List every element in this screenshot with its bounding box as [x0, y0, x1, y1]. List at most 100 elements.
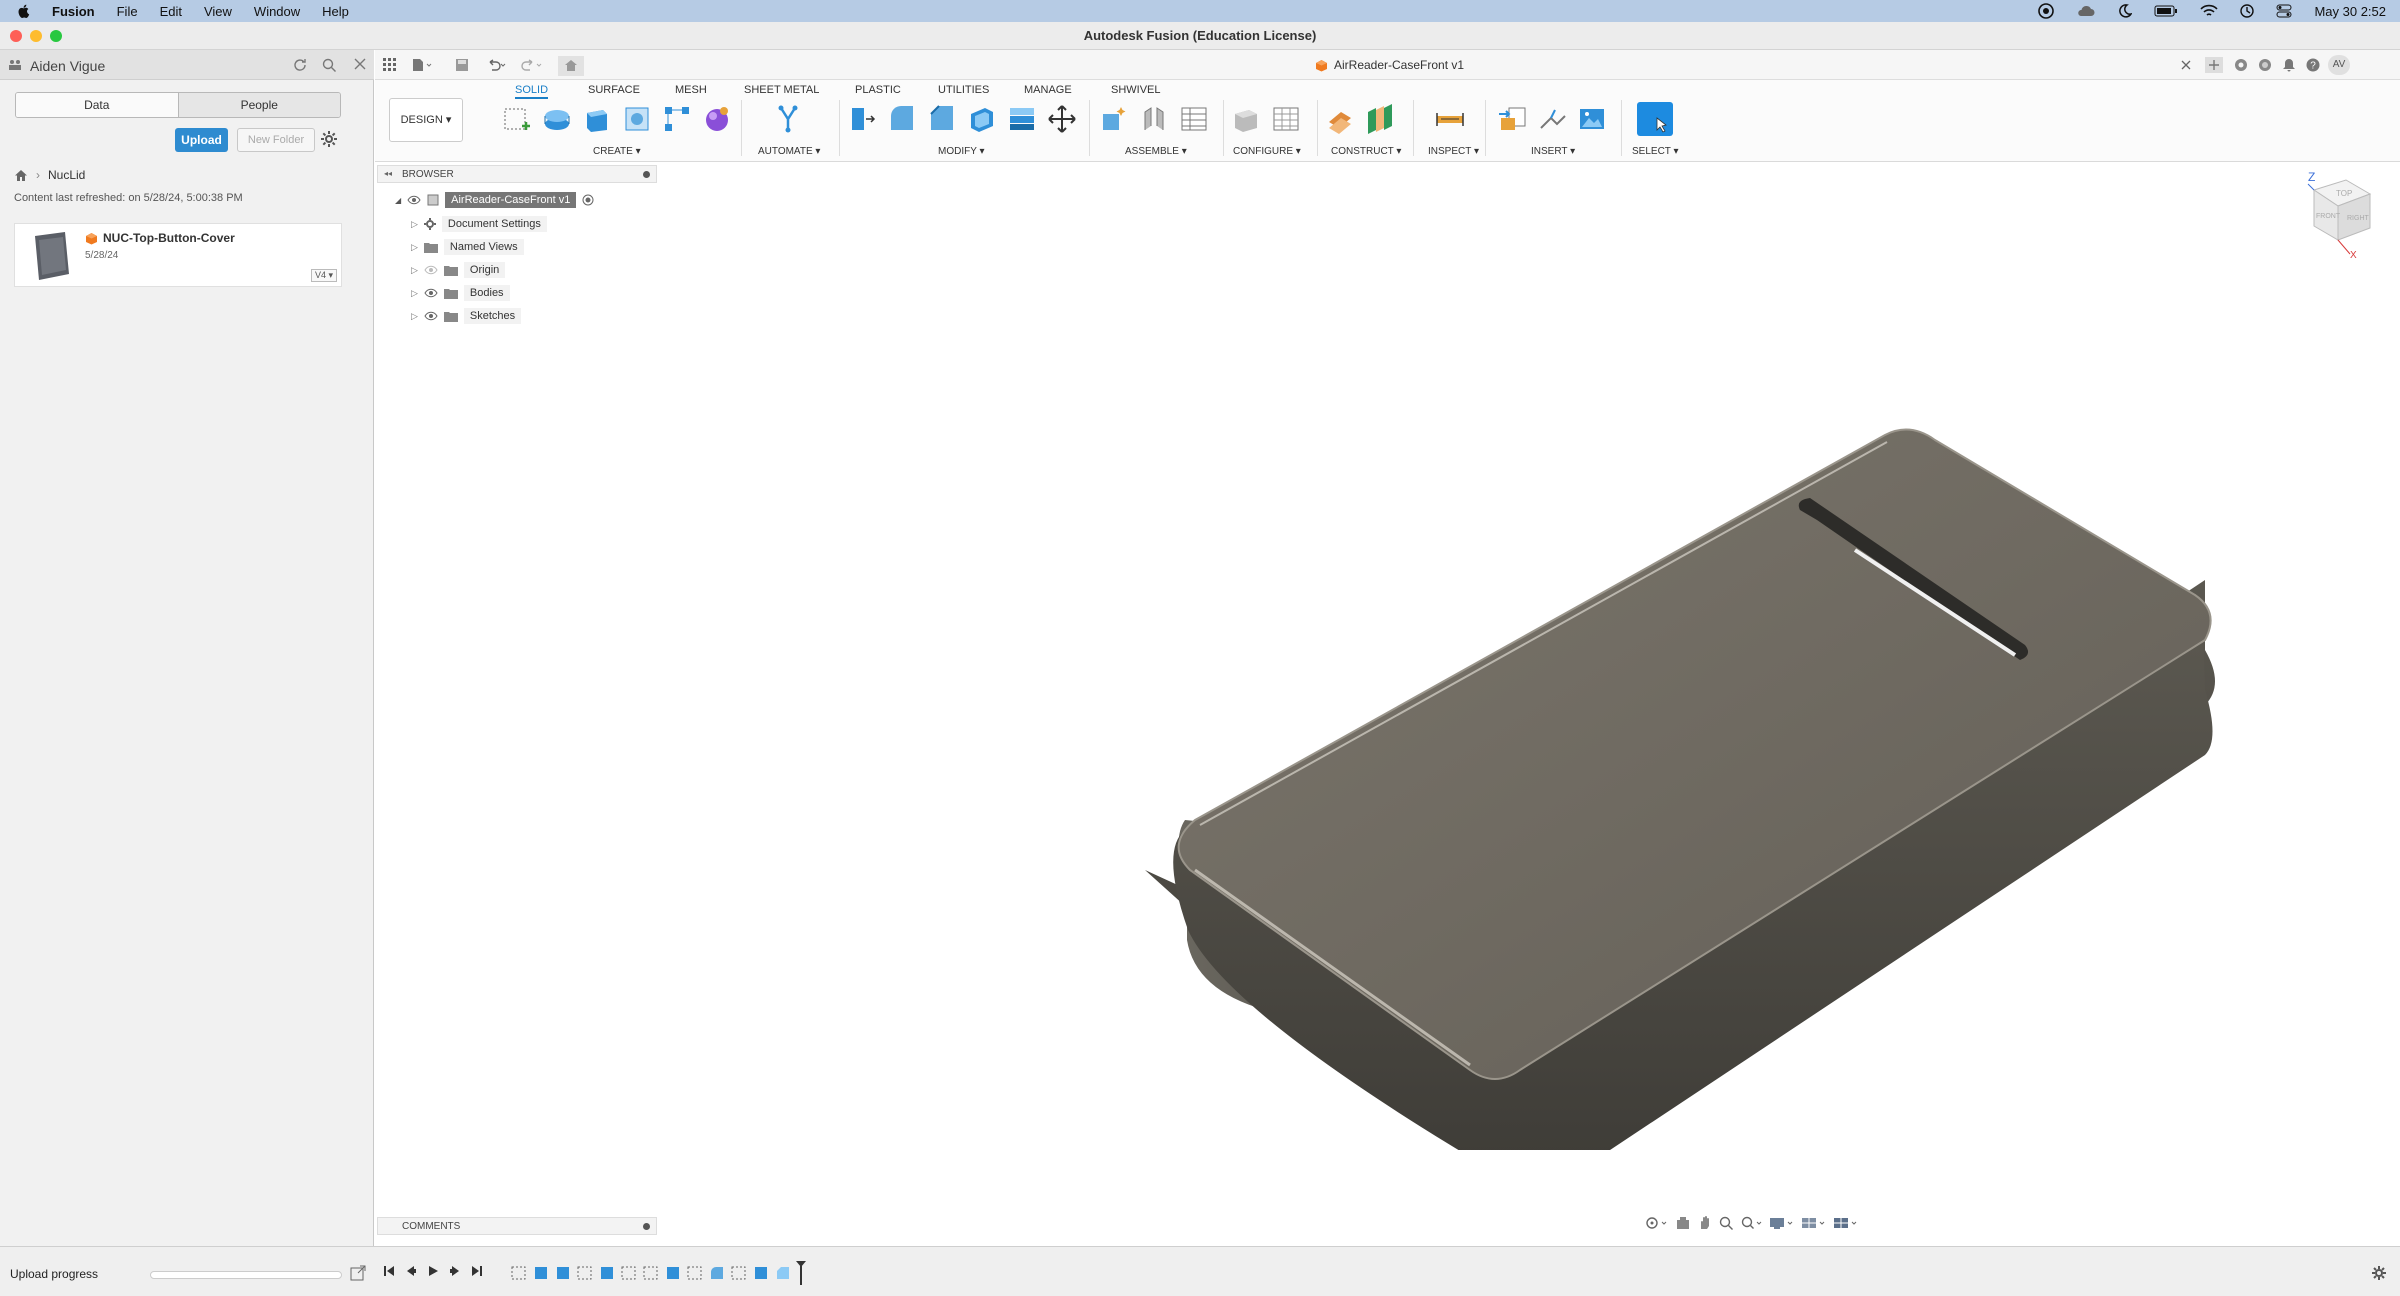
browser-item-origin[interactable]: ▷ Origin: [411, 262, 506, 278]
tab-data[interactable]: Data: [16, 93, 179, 117]
home-tab-icon[interactable]: [558, 56, 584, 76]
close-panel-icon[interactable]: [353, 57, 367, 71]
insert-mesh-icon[interactable]: [1537, 104, 1567, 134]
apple-icon[interactable]: [16, 3, 32, 19]
expand-icon[interactable]: ▷: [411, 288, 418, 299]
expand-icon[interactable]: ▷: [411, 311, 418, 322]
play-icon[interactable]: [427, 1265, 439, 1277]
browser-item-bodies[interactable]: ▷ Bodies: [411, 285, 510, 301]
group-select[interactable]: SELECT ▾: [1632, 146, 1679, 157]
model-viewport[interactable]: [795, 350, 2235, 1150]
joint-icon[interactable]: [1139, 104, 1169, 134]
menu-window[interactable]: Window: [254, 4, 300, 19]
expand-icon[interactable]: ▷: [411, 242, 418, 253]
go-to-start-icon[interactable]: [383, 1265, 395, 1277]
case-front-body[interactable]: [1145, 428, 2215, 1150]
group-construct[interactable]: CONSTRUCT ▾: [1331, 146, 1401, 157]
form-icon[interactable]: [702, 104, 732, 134]
undo-icon[interactable]: [485, 59, 507, 71]
timeline-marker-icon[interactable]: [796, 1261, 806, 1285]
collapse-browser-icon[interactable]: ◂◂: [384, 169, 392, 178]
extensions-icon[interactable]: [2234, 58, 2248, 72]
timeline-sketch-icon[interactable]: [730, 1264, 748, 1282]
hole-icon[interactable]: [622, 104, 652, 134]
timeline-chamfer-icon[interactable]: [774, 1264, 792, 1282]
menu-edit[interactable]: Edit: [160, 4, 182, 19]
browser-item-named-views[interactable]: ▷ Named Views: [411, 239, 524, 255]
group-modify[interactable]: MODIFY ▾: [938, 146, 985, 157]
go-to-end-icon[interactable]: [471, 1265, 483, 1277]
configuration-table-icon[interactable]: [1271, 104, 1301, 134]
home-icon[interactable]: [14, 169, 28, 182]
grid-menu-icon[interactable]: [383, 58, 397, 72]
chamfer-icon[interactable]: [927, 104, 957, 134]
menu-view[interactable]: View: [204, 4, 232, 19]
activate-radio-icon[interactable]: [582, 194, 594, 206]
timeline-sketch-icon[interactable]: [686, 1264, 704, 1282]
tab-plastic[interactable]: PLASTIC: [855, 84, 901, 96]
gear-icon[interactable]: [320, 130, 338, 148]
eye-icon[interactable]: [424, 288, 438, 298]
configure-icon[interactable]: [1231, 104, 1261, 134]
help-icon[interactable]: ?: [2306, 58, 2320, 72]
viewcube[interactable]: Z TOP FRONT RIGHT X: [2294, 170, 2374, 260]
wifi-icon[interactable]: [2200, 4, 2219, 18]
cloud-icon[interactable]: [2076, 4, 2096, 18]
group-create[interactable]: CREATE ▾: [593, 146, 641, 157]
insert-derive-icon[interactable]: [1497, 104, 1527, 134]
browser-root[interactable]: ◢ AirReader-CaseFront v1: [395, 192, 594, 208]
group-inspect[interactable]: INSPECT ▾: [1428, 146, 1479, 157]
user-avatar[interactable]: AV: [2328, 55, 2350, 75]
pin-icon[interactable]: [642, 170, 651, 179]
open-upload-icon[interactable]: [350, 1265, 366, 1281]
menu-file[interactable]: File: [117, 4, 138, 19]
timeline-sketch-icon[interactable]: [620, 1264, 638, 1282]
grid-settings-icon[interactable]: [1801, 1216, 1827, 1230]
insert-canvas-icon[interactable]: [1577, 104, 1607, 134]
comments-panel-header[interactable]: COMMENTS: [377, 1217, 657, 1235]
close-tab-icon[interactable]: [2181, 60, 2191, 70]
redo-icon[interactable]: [521, 59, 543, 71]
eye-icon[interactable]: [424, 311, 438, 321]
tab-utilities[interactable]: UTILITIES: [938, 84, 989, 96]
tab-mesh[interactable]: MESH: [675, 84, 707, 96]
look-at-icon[interactable]: [1675, 1216, 1691, 1230]
collapse-icon[interactable]: ◢: [395, 196, 401, 205]
menubar-clock[interactable]: May 30 2:52: [2314, 4, 2386, 19]
document-tab[interactable]: AirReader-CaseFront v1: [1315, 58, 1464, 72]
tab-sheet-metal[interactable]: SHEET METAL: [744, 84, 819, 96]
viewcube-right[interactable]: RIGHT: [2347, 215, 2370, 222]
eye-icon[interactable]: [407, 195, 421, 205]
group-configure[interactable]: CONFIGURE ▾: [1233, 146, 1301, 157]
measure-icon[interactable]: [1435, 104, 1465, 134]
tab-solid[interactable]: SOLID: [515, 84, 549, 99]
file-version-badge[interactable]: V4 ▾: [310, 269, 337, 282]
create-sketch-icon[interactable]: [502, 104, 532, 134]
workspace-switcher[interactable]: DESIGN ▾: [389, 98, 463, 142]
upload-button[interactable]: Upload: [175, 128, 228, 152]
extrude-icon[interactable]: [542, 104, 572, 134]
new-tab-icon[interactable]: [2205, 57, 2223, 73]
expand-icon[interactable]: ▷: [411, 265, 418, 276]
zoom-icon[interactable]: [1719, 1216, 1735, 1230]
browser-item-document-settings[interactable]: ▷ Document Settings: [411, 216, 547, 232]
add-comment-icon[interactable]: [642, 1222, 651, 1231]
control-center-icon[interactable]: [2276, 4, 2292, 18]
timeline-settings-icon[interactable]: [2371, 1265, 2387, 1281]
fillet-icon[interactable]: [887, 104, 917, 134]
shell-icon[interactable]: [967, 104, 997, 134]
new-folder-button[interactable]: New Folder: [237, 128, 315, 152]
automate-icon[interactable]: [773, 104, 803, 134]
team-hub-icon[interactable]: [8, 59, 24, 71]
refresh-icon[interactable]: [292, 57, 308, 73]
viewcube-front[interactable]: FRONT: [2316, 213, 2341, 220]
file-card[interactable]: NUC-Top-Button-Cover 5/28/24 V4 ▾: [14, 223, 342, 287]
timeline-sketch-icon[interactable]: [510, 1264, 528, 1282]
tab-shwivel[interactable]: SHWIVEL: [1111, 84, 1161, 96]
combine-icon[interactable]: [1007, 104, 1037, 134]
search-icon[interactable]: [321, 57, 337, 73]
box-icon[interactable]: [582, 104, 612, 134]
user-name[interactable]: Aiden Vigue: [30, 58, 105, 74]
step-forward-icon[interactable]: [449, 1265, 461, 1277]
timeline-sketch-icon[interactable]: [576, 1264, 594, 1282]
